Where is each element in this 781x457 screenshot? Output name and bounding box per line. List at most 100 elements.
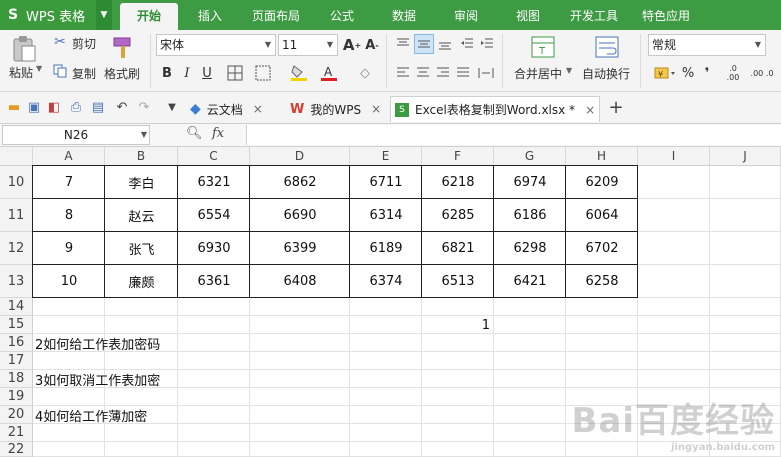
column-header-h[interactable]: H — [566, 147, 638, 166]
font-size-select[interactable]: 11 ▼ — [278, 34, 338, 56]
underline-icon[interactable]: U — [198, 63, 216, 83]
cell-b13[interactable]: 廉颇 — [105, 265, 178, 298]
increase-font-icon[interactable]: A + — [343, 35, 361, 55]
undo-icon[interactable]: ↶ — [114, 100, 130, 116]
zoom-search-icon[interactable]: 🔍︎ — [186, 126, 203, 141]
name-box[interactable]: N26 ▼ — [2, 125, 150, 145]
align-right-icon[interactable] — [434, 64, 452, 82]
tab-start[interactable]: 开始 — [120, 3, 178, 30]
paste-button[interactable]: 粘贴 — [9, 64, 33, 81]
decrease-decimal-icon[interactable]: .00 .0 — [750, 61, 774, 85]
column-header-j[interactable]: J — [710, 147, 781, 166]
close-icon[interactable]: × — [371, 102, 381, 116]
app-menu-button[interactable]: S WPS 表格 ▼ — [0, 0, 112, 30]
cell-a13[interactable]: 10 — [33, 265, 105, 298]
cell-a20[interactable]: 4如何给工作薄加密 — [33, 406, 233, 425]
tab-cloud-docs[interactable]: ◆ 云文档 × — [190, 96, 282, 122]
clear-format-icon[interactable]: ◇ — [352, 63, 378, 83]
cell-e12[interactable]: 6189 — [350, 232, 422, 265]
row-header-21[interactable]: 21 — [0, 424, 33, 442]
number-format-select[interactable]: 常规 ▼ — [648, 34, 766, 56]
cell-g11[interactable]: 6186 — [494, 199, 566, 232]
cell-f13[interactable]: 6513 — [422, 265, 494, 298]
distributed-align-icon[interactable] — [476, 64, 496, 82]
cell-b12[interactable]: 张飞 — [105, 232, 178, 265]
currency-icon[interactable]: ¥ — [650, 63, 680, 83]
cell-a16[interactable]: 2如何给工作表加密码 — [33, 334, 233, 353]
cell-a10[interactable]: 7 — [33, 166, 105, 199]
paste-dropdown-icon[interactable]: ▼ — [36, 64, 42, 73]
merge-center-icon[interactable]: T — [530, 34, 556, 60]
fill-color-icon[interactable] — [286, 63, 312, 83]
cell-c10[interactable]: 6321 — [178, 166, 250, 199]
tab-my-wps[interactable]: W 我的WPS × — [290, 96, 386, 122]
cell-h12[interactable]: 6702 — [566, 232, 638, 265]
row-header-18[interactable]: 18 — [0, 370, 33, 388]
cell-f15[interactable]: 1 — [422, 316, 494, 334]
open-folder-icon[interactable]: ▬ — [6, 100, 22, 116]
cell-g12[interactable]: 6298 — [494, 232, 566, 265]
cell-g13[interactable]: 6421 — [494, 265, 566, 298]
cell-g10[interactable]: 6974 — [494, 166, 566, 199]
italic-icon[interactable]: I — [178, 63, 196, 83]
cell-b11[interactable]: 赵云 — [105, 199, 178, 232]
cell-a12[interactable]: 9 — [33, 232, 105, 265]
tab-developer[interactable]: 开发工具 — [564, 0, 624, 30]
cell-e10[interactable]: 6711 — [350, 166, 422, 199]
redo-icon[interactable]: ↷ — [136, 100, 152, 116]
scissors-icon[interactable]: ✂ — [52, 34, 68, 50]
close-icon[interactable]: × — [253, 102, 263, 116]
tab-view[interactable]: 视图 — [506, 0, 550, 30]
export-pdf-icon[interactable]: ◧ — [46, 100, 62, 116]
font-name-select[interactable]: 宋体 ▼ — [156, 34, 276, 56]
cell-h11[interactable]: 6064 — [566, 199, 638, 232]
new-tab-icon[interactable]: + — [608, 99, 624, 117]
cut-button[interactable]: 剪切 — [72, 35, 96, 52]
cell-d12[interactable]: 6399 — [250, 232, 350, 265]
cell-a11[interactable]: 8 — [33, 199, 105, 232]
cell-e11[interactable]: 6314 — [350, 199, 422, 232]
indent-decrease-icon[interactable] — [458, 35, 476, 53]
row-header-15[interactable]: 15 — [0, 316, 33, 334]
indent-increase-icon[interactable] — [478, 35, 496, 53]
wrap-text-button[interactable]: 自动换行 — [582, 65, 630, 82]
row-header-19[interactable]: 19 — [0, 388, 33, 406]
cell-c12[interactable]: 6930 — [178, 232, 250, 265]
row-header-12[interactable]: 12 — [0, 232, 33, 265]
cell-f12[interactable]: 6821 — [422, 232, 494, 265]
row-header-16[interactable]: 16 — [0, 334, 33, 352]
row-header-14[interactable]: 14 — [0, 298, 33, 316]
cell-d13[interactable]: 6408 — [250, 265, 350, 298]
align-left-icon[interactable] — [394, 64, 412, 82]
cell-b10[interactable]: 李白 — [105, 166, 178, 199]
column-header-e[interactable]: E — [350, 147, 422, 166]
row-header-17[interactable]: 17 — [0, 352, 33, 370]
close-icon[interactable]: × — [585, 103, 595, 117]
chevron-down-icon[interactable]: ▼ — [566, 66, 572, 75]
align-middle-icon[interactable] — [414, 34, 434, 54]
customize-toolbar-icon[interactable]: ▼ — [164, 100, 180, 116]
align-center-icon[interactable] — [414, 64, 432, 82]
copy-icon[interactable] — [52, 63, 68, 79]
column-header-d[interactable]: D — [250, 147, 350, 166]
merge-center-button[interactable]: 合并居中 — [514, 65, 562, 82]
select-all-corner[interactable] — [0, 147, 33, 166]
fill-pattern-icon[interactable] — [250, 63, 276, 83]
decrease-font-icon[interactable]: A- — [363, 35, 381, 55]
row-header-22[interactable]: 22 — [0, 442, 33, 457]
tab-formulas[interactable]: 公式 — [320, 0, 364, 30]
tab-insert[interactable]: 插入 — [188, 0, 232, 30]
cell-e13[interactable]: 6374 — [350, 265, 422, 298]
bold-icon[interactable]: B — [158, 63, 176, 83]
align-bottom-icon[interactable] — [436, 35, 454, 53]
print-preview-icon[interactable]: ▤ — [90, 100, 106, 116]
cell-d11[interactable]: 6690 — [250, 199, 350, 232]
column-header-g[interactable]: G — [494, 147, 566, 166]
row-header-13[interactable]: 13 — [0, 265, 33, 298]
percent-icon[interactable]: % — [681, 63, 695, 83]
chevron-down-icon[interactable]: ▼ — [96, 0, 112, 30]
column-header-b[interactable]: B — [105, 147, 178, 166]
paste-icon[interactable] — [8, 34, 40, 64]
cell-h13[interactable]: 6258 — [566, 265, 638, 298]
align-top-icon[interactable] — [394, 35, 412, 53]
